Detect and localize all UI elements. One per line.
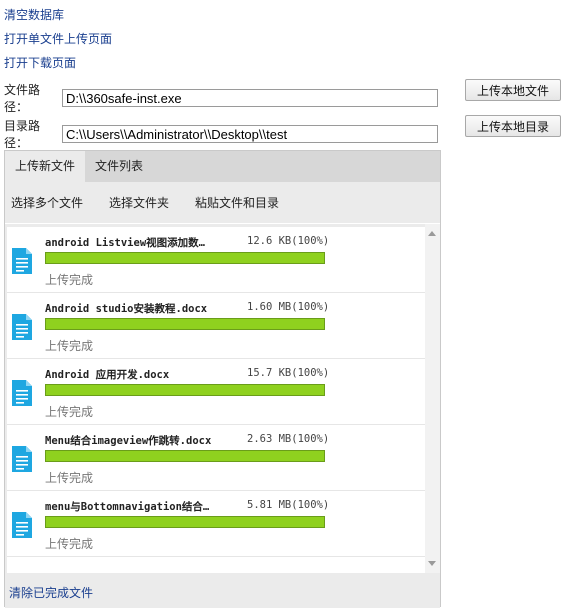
list-scrollbar[interactable] <box>425 224 440 573</box>
file-path-row: 文件路径： <box>4 81 438 115</box>
file-name: menu与Bottomnavigation结合… <box>45 501 210 513</box>
paste-files-button[interactable]: 粘贴文件和目录 <box>195 194 279 211</box>
upload-list: android Listview视图添加数… 12.6 KB(100%) 上传完… <box>7 227 425 573</box>
document-icon <box>12 314 32 340</box>
list-item: android Listview视图添加数… 12.6 KB(100%) 上传完… <box>7 227 425 293</box>
tab-upload-new[interactable]: 上传新文件 <box>5 151 86 182</box>
list-item: Android 应用开发.docx 15.7 KB(100%) 上传完成 <box>7 359 425 425</box>
document-icon <box>12 248 32 274</box>
file-size: 2.63 MB(100%) <box>247 433 330 445</box>
clear-database-link[interactable]: 清空数据库 <box>4 6 64 23</box>
progress-fill <box>46 385 324 395</box>
open-download-link[interactable]: 打开下载页面 <box>4 54 76 71</box>
dir-path-input[interactable] <box>62 125 438 143</box>
upload-status: 上传完成 <box>45 471 94 485</box>
file-name: android Listview视图添加数… <box>45 237 205 249</box>
dir-path-row: 目录路径： <box>4 117 438 151</box>
file-name: Android studio安装教程.docx <box>45 303 208 315</box>
upload-footer: 清除已完成文件 <box>5 573 440 608</box>
list-item: Menu结合imageview作跳转.docx 2.63 MB(100%) 上传… <box>7 425 425 491</box>
list-item: Android studio安装教程.docx 1.60 MB(100%) 上传… <box>7 293 425 359</box>
file-size: 12.6 KB(100%) <box>247 235 330 247</box>
upload-local-file-button[interactable]: 上传本地文件 <box>465 79 561 101</box>
open-single-upload-link[interactable]: 打开单文件上传页面 <box>4 30 112 47</box>
list-item: menu与Bottomnavigation结合… 5.81 MB(100%) 上… <box>7 491 425 557</box>
upload-status: 上传完成 <box>45 339 94 353</box>
progress-fill <box>46 319 324 329</box>
tab-bar: 上传新文件 文件列表 <box>5 151 440 182</box>
file-path-input[interactable] <box>62 89 438 107</box>
progress-fill <box>46 253 324 263</box>
progress-fill <box>46 517 324 527</box>
file-size: 1.60 MB(100%) <box>247 301 330 313</box>
document-icon <box>12 512 32 538</box>
clear-completed-link[interactable]: 清除已完成文件 <box>9 584 93 601</box>
file-size: 15.7 KB(100%) <box>247 367 330 379</box>
file-size: 5.81 MB(100%) <box>247 499 330 511</box>
progress-bar <box>45 516 325 528</box>
dir-path-label: 目录路径： <box>4 119 41 150</box>
upload-panel: 上传新文件 文件列表 选择多个文件 选择文件夹 粘贴文件和目录 android … <box>4 150 441 608</box>
scroll-down-arrow-icon[interactable] <box>428 561 436 566</box>
file-name: Android 应用开发.docx <box>45 369 170 381</box>
upload-list-container: android Listview视图添加数… 12.6 KB(100%) 上传完… <box>5 224 440 573</box>
progress-bar <box>45 318 325 330</box>
select-folder-button[interactable]: 选择文件夹 <box>109 194 169 211</box>
scroll-up-arrow-icon[interactable] <box>428 231 436 236</box>
file-path-label: 文件路径： <box>4 83 41 114</box>
progress-bar <box>45 384 325 396</box>
upload-status: 上传完成 <box>45 273 94 287</box>
file-name: Menu结合imageview作跳转.docx <box>45 435 212 447</box>
upload-status: 上传完成 <box>45 405 94 419</box>
select-multiple-files-button[interactable]: 选择多个文件 <box>11 194 83 211</box>
upload-status: 上传完成 <box>45 537 94 551</box>
progress-bar <box>45 252 325 264</box>
document-icon <box>12 446 32 472</box>
tab-file-list[interactable]: 文件列表 <box>85 151 153 182</box>
upload-toolbar: 选择多个文件 选择文件夹 粘贴文件和目录 <box>5 182 440 223</box>
document-icon <box>12 380 32 406</box>
upload-local-dir-button[interactable]: 上传本地目录 <box>465 115 561 137</box>
progress-fill <box>46 451 324 461</box>
progress-bar <box>45 450 325 462</box>
